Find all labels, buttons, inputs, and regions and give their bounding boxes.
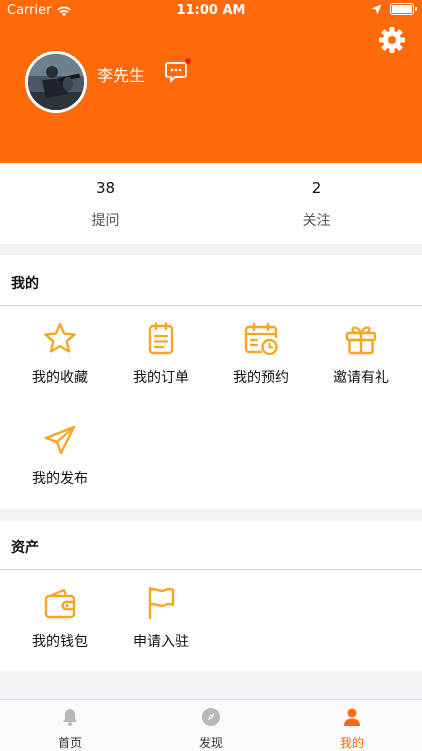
stat-following[interactable]: 2 关注: [211, 163, 422, 244]
stat-label: 提问: [91, 213, 120, 229]
paper-plane-icon: [44, 425, 76, 455]
menu-item-posts[interactable]: 我的发布: [10, 422, 110, 512]
divider: [0, 569, 422, 570]
menu-item-label: 我的订单: [133, 370, 189, 386]
menu-item-label: 我的预约: [233, 370, 289, 386]
tab-label: 首页: [57, 736, 82, 750]
profile-header: Carrier 11:00 AM 李先生: [0, 0, 422, 163]
section-assets: 资产 我的钱包 申请入驻: [0, 521, 422, 671]
menu-item-label: 我的发布: [32, 471, 88, 487]
status-bar: Carrier 11:00 AM: [0, 0, 422, 22]
compass-icon: [202, 708, 220, 726]
gear-icon[interactable]: [378, 26, 406, 54]
gift-icon: [345, 326, 377, 355]
stat-label: 关注: [302, 213, 331, 229]
status-time: 11:00 AM: [176, 3, 246, 18]
menu-item-label: 我的收藏: [32, 370, 88, 386]
menu-item-label: 我的钱包: [32, 634, 88, 650]
menu-item-appointments[interactable]: 我的预约: [211, 321, 311, 411]
wallet-icon: [44, 588, 76, 619]
tab-label: 发现: [198, 736, 223, 750]
stat-value: 38: [95, 179, 116, 197]
section-title: 我的: [11, 276, 39, 292]
section-title: 资产: [11, 540, 39, 556]
menu-item-favorites[interactable]: 我的收藏: [10, 321, 110, 411]
menu-item-wallet[interactable]: 我的钱包: [10, 585, 110, 675]
stats-panel: 38 提问 2 关注: [0, 163, 422, 244]
section-mine: 我的 我的收藏 我的订单 我的预约 邀请有礼 我的发布: [0, 255, 422, 509]
menu-item-label: 邀请有礼: [333, 370, 389, 386]
avatar[interactable]: [25, 51, 87, 113]
unread-dot: [185, 58, 191, 64]
menu-item-invite[interactable]: 邀请有礼: [311, 321, 411, 411]
clipboard-icon: [148, 322, 174, 355]
tab-home[interactable]: 首页: [0, 700, 140, 751]
tab-mine[interactable]: 我的: [282, 700, 422, 751]
tab-bar: 首页 发现 我的: [0, 699, 422, 751]
tab-discover[interactable]: 发现: [141, 700, 281, 751]
avatar-image: [28, 54, 84, 110]
calendar-clock-icon: [244, 322, 278, 356]
person-icon: [344, 708, 360, 726]
menu-item-label: 申请入驻: [133, 634, 189, 650]
menu-item-orders[interactable]: 我的订单: [111, 321, 211, 411]
profile-name[interactable]: 李先生: [97, 62, 145, 86]
divider: [0, 305, 422, 306]
bell-icon: [63, 709, 77, 726]
message-button[interactable]: [165, 58, 191, 84]
stat-value: 2: [311, 179, 322, 197]
flag-icon: [148, 586, 175, 620]
battery-icon: [390, 3, 417, 15]
menu-item-apply[interactable]: 申请入驻: [111, 585, 211, 675]
tab-label: 我的: [339, 736, 364, 750]
location-arrow-icon: [371, 4, 382, 14]
star-icon: [44, 322, 76, 353]
stat-questions[interactable]: 38 提问: [0, 163, 211, 244]
